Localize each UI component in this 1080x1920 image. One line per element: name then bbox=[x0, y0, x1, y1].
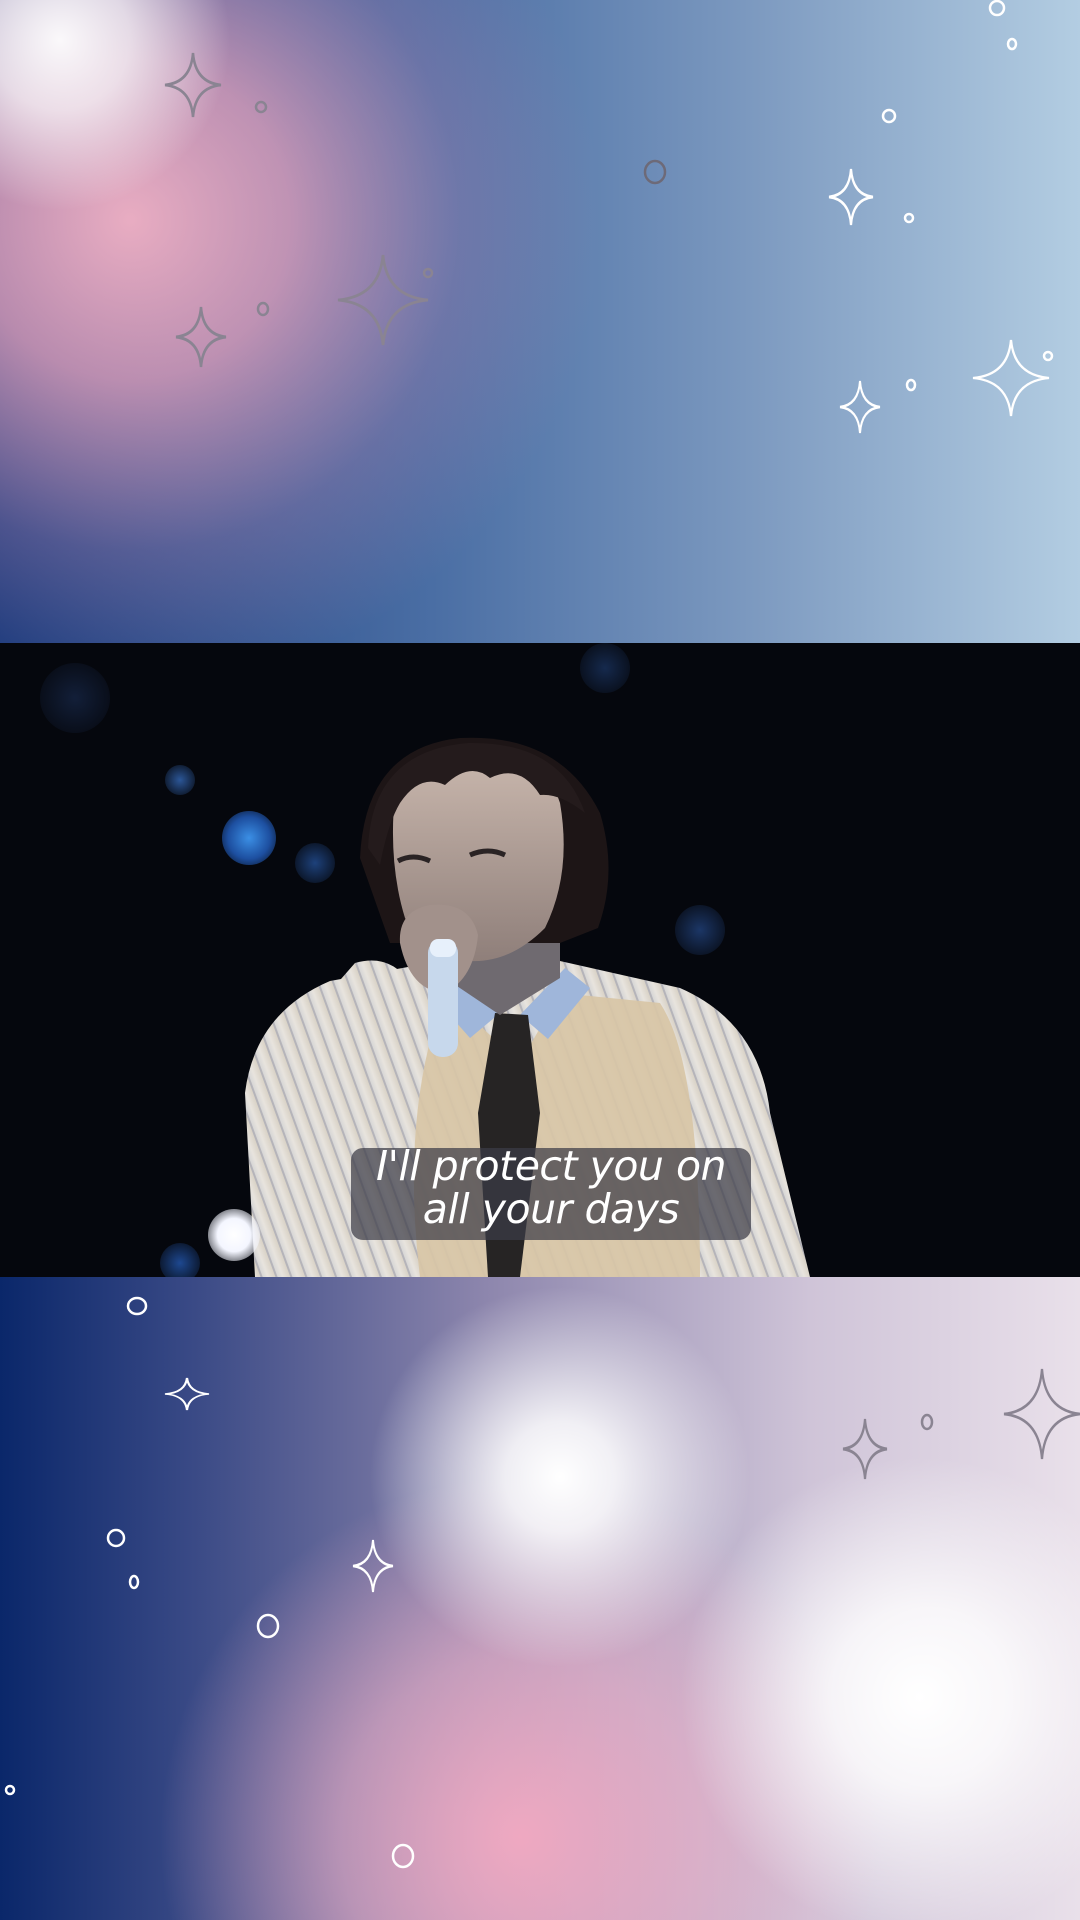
top-gradient-background bbox=[0, 0, 1080, 643]
subtitle-line-2: all your days bbox=[422, 1185, 680, 1233]
story-frame: I'll protect you on all your days bbox=[0, 0, 1080, 1920]
subtitle-line-1: I'll protect you on bbox=[375, 1142, 727, 1190]
bottom-gradient-background bbox=[0, 1277, 1080, 1920]
subtitle-text: I'll protect you on all your days bbox=[351, 1145, 751, 1231]
bokeh-light bbox=[208, 1209, 260, 1261]
video-panel[interactable]: I'll protect you on all your days bbox=[0, 643, 1080, 1277]
